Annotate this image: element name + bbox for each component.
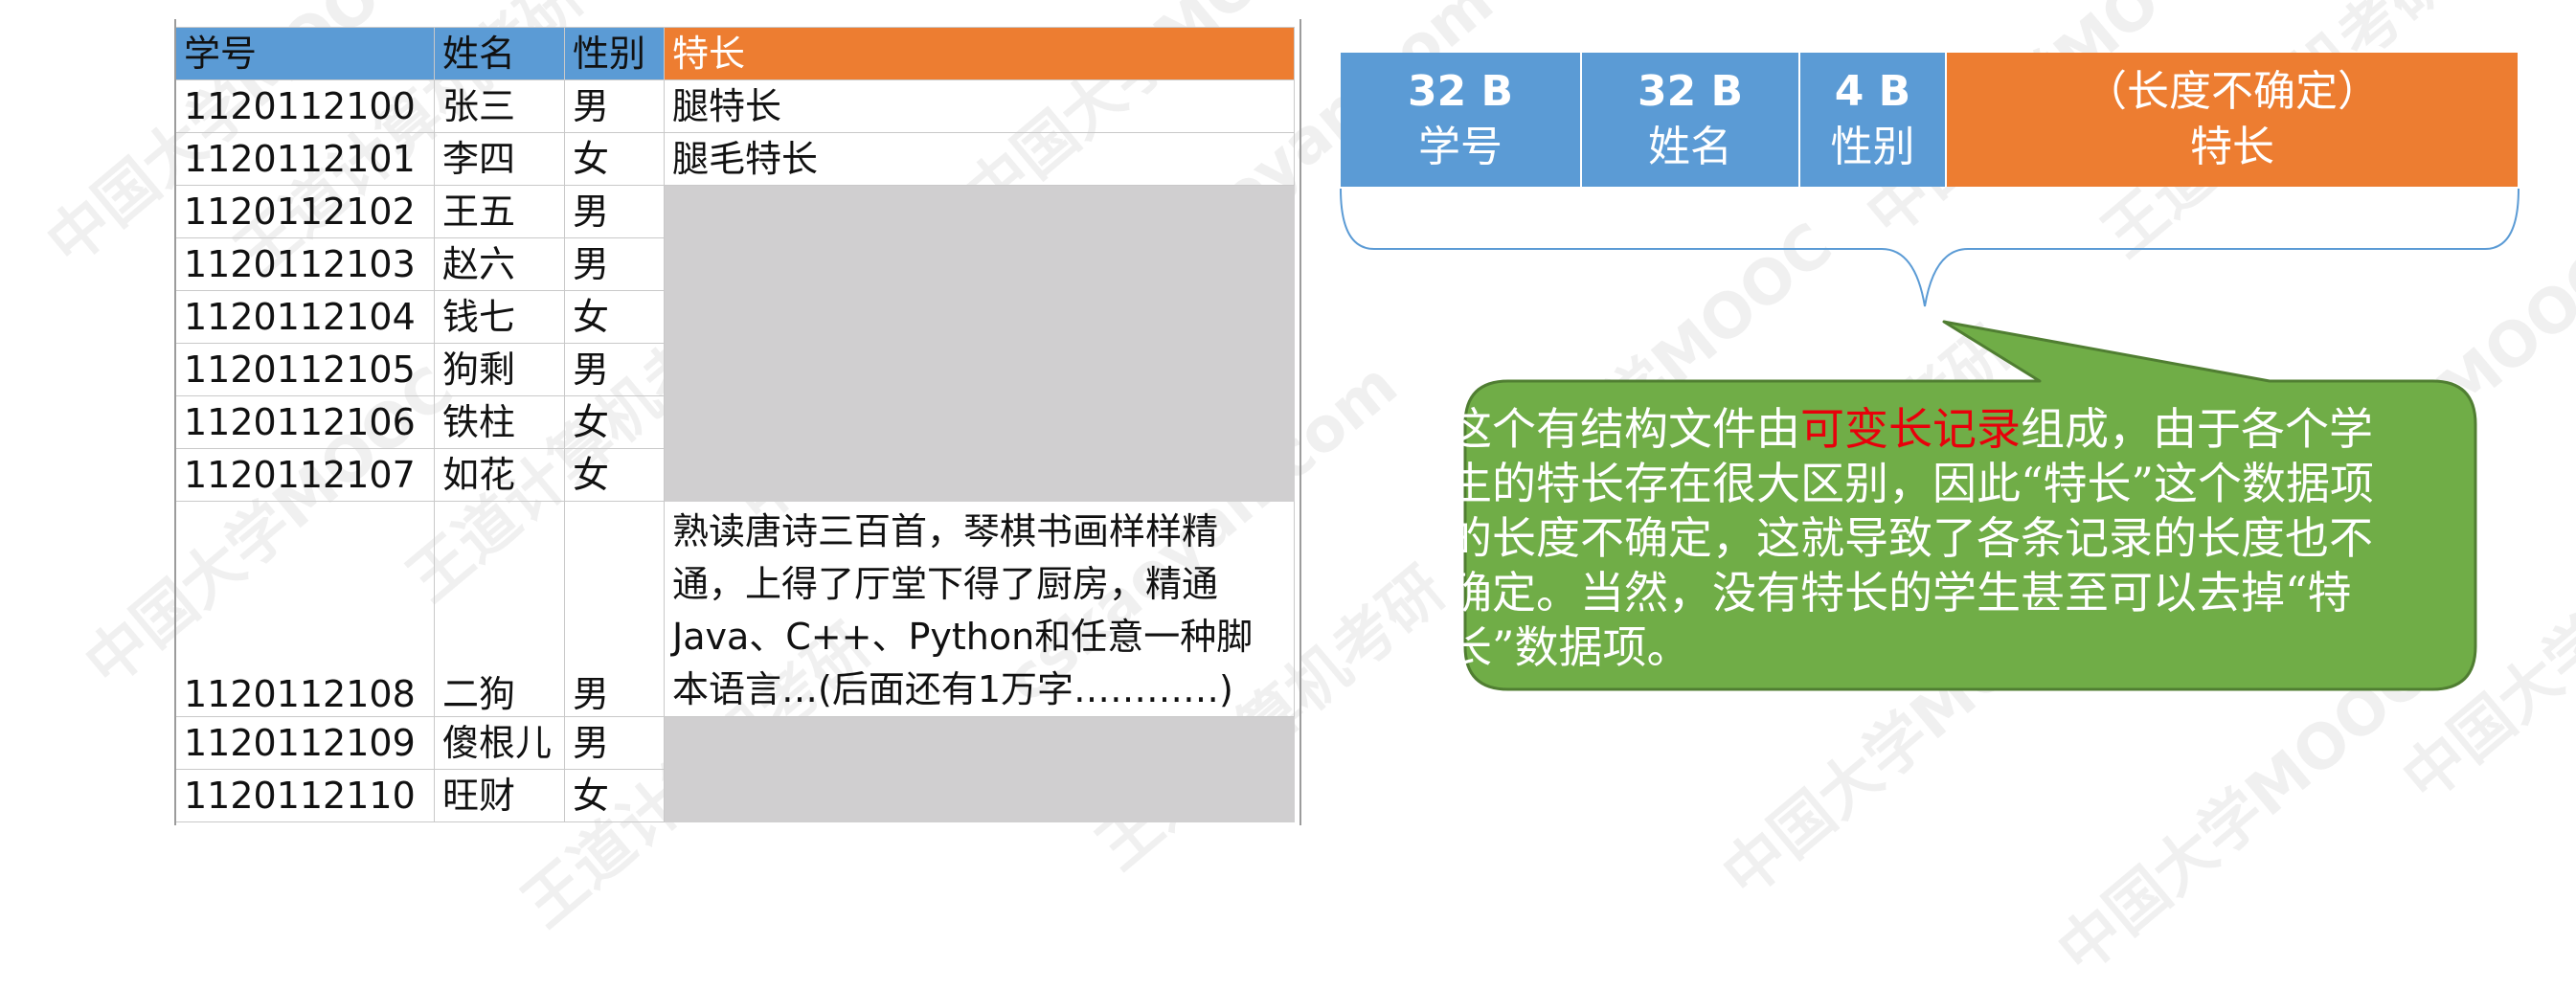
table-cell — [664, 395, 1295, 449]
table-row: 1120112104 钱七女 — [175, 290, 1295, 344]
table-cell: 王五 — [434, 185, 565, 238]
table-cell: 男 — [564, 185, 665, 238]
field-name-box: 32 B 姓名 — [1582, 53, 1800, 187]
table-row: 1120112106 铁柱女 — [175, 395, 1295, 449]
table-cell: 二狗 — [434, 501, 565, 717]
table-cell: 1120112107 — [175, 448, 435, 502]
callout-text-part: 这个有结构文件由 — [1448, 403, 1800, 455]
table-cell — [664, 716, 1295, 770]
field-size: 32 B — [1637, 67, 1744, 116]
table-cell: 1120112106 — [175, 395, 435, 449]
table-cell: 熟读唐诗三百首，琴棋书画样样精通，上得了厅堂下得了厨房，精通Java、C++、P… — [664, 501, 1295, 717]
table-row: 1120112108 二狗男熟读唐诗三百首，琴棋书画样样精通，上得了厅堂下得了厨房… — [175, 501, 1295, 717]
field-size: 32 B — [1407, 67, 1514, 116]
table-cell: 傻根儿 — [434, 716, 565, 770]
table-cell: 1120112108 — [175, 501, 435, 717]
table-cell: 1120112110 — [175, 769, 435, 822]
table-cell: 女 — [564, 395, 665, 449]
student-table: 学号 姓名 性别 特长 1120112100 张三男腿特长 1120112101 李四女腿毛特… — [175, 27, 1295, 822]
table-cell: 腿毛特长 — [664, 132, 1295, 186]
table-row: 1120112105 狗剩男 — [175, 343, 1295, 396]
field-name: 学号 — [1418, 123, 1503, 171]
table-cell: 女 — [564, 769, 665, 822]
table-row: 1120112109 傻根儿男 — [175, 716, 1295, 770]
table-cell: 李四 — [434, 132, 565, 186]
table-left-border — [174, 19, 176, 825]
table-cell — [664, 448, 1295, 502]
table-cell: 女 — [564, 290, 665, 344]
table-cell — [664, 290, 1295, 344]
table-cell — [664, 237, 1295, 291]
callout-text: 这个有结构文件由可变长记录组成，由于各个学生的特长存在很大区别，因此“特长”这个… — [1448, 402, 2406, 675]
table-row: 1120112110 旺财女 — [175, 769, 1295, 822]
table-cell: 旺财 — [434, 769, 565, 822]
column-header: 学号 — [175, 27, 435, 80]
table-header-row: 学号 姓名 性别 特长 — [175, 27, 1295, 80]
table-cell: 1120112103 — [175, 237, 435, 291]
table-cell — [664, 343, 1295, 396]
column-header: 姓名 — [434, 27, 565, 80]
table-row: 1120112101 李四女腿毛特长 — [175, 132, 1295, 186]
table-cell: 1120112101 — [175, 132, 435, 186]
table-cell: 狗剩 — [434, 343, 565, 396]
field-size: 4 B — [1834, 67, 1911, 116]
table-cell: 1120112109 — [175, 716, 435, 770]
table-cell — [664, 769, 1295, 822]
table-cell: 1120112105 — [175, 343, 435, 396]
field-gender: 4 B 性别 — [1800, 53, 1947, 187]
field-specialty: （长度不确定） 特长 — [1947, 53, 2518, 187]
field-name: 性别 — [1830, 123, 1915, 171]
table-cell: 赵六 — [434, 237, 565, 291]
table-cell: 男 — [564, 716, 665, 770]
table-cell: 1120112104 — [175, 290, 435, 344]
table-row: 1120112100 张三男腿特长 — [175, 79, 1295, 133]
table-cell: 男 — [564, 501, 665, 717]
table-cell: 女 — [564, 448, 665, 502]
field-size: （长度不确定） — [2085, 67, 2380, 116]
table-cell: 男 — [564, 237, 665, 291]
table-cell: 男 — [564, 79, 665, 133]
callout-highlight: 可变长记录 — [1800, 403, 2021, 455]
record-brace — [1340, 188, 2520, 307]
table-row: 1120112102 王五男 — [175, 185, 1295, 238]
table-cell: 1120112102 — [175, 185, 435, 238]
column-header: 特长 — [664, 27, 1295, 80]
field-name: 姓名 — [1648, 123, 1732, 171]
table-cell: 如花 — [434, 448, 565, 502]
table-cell: 1120112100 — [175, 79, 435, 133]
table-cell: 张三 — [434, 79, 565, 133]
table-row: 1120112107 如花女 — [175, 448, 1295, 502]
column-header: 性别 — [564, 27, 665, 80]
table-cell: 女 — [564, 132, 665, 186]
table-cell: 钱七 — [434, 290, 565, 344]
table-right-border — [1299, 19, 1301, 825]
table-cell — [664, 185, 1295, 238]
table-row: 1120112103 赵六男 — [175, 237, 1295, 291]
table-cell: 铁柱 — [434, 395, 565, 449]
table-cell: 腿特长 — [664, 79, 1295, 133]
field-name: 特长 — [2190, 123, 2274, 171]
field-student-id: 32 B 学号 — [1341, 53, 1582, 187]
table-cell: 男 — [564, 343, 665, 396]
